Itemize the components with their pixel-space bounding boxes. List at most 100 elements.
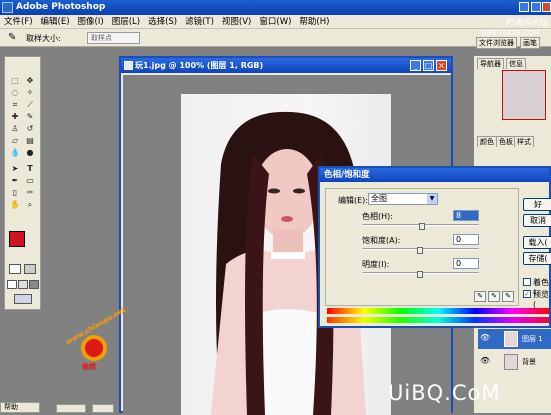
saturation-label: 饱和度(A): — [362, 236, 401, 245]
close-button[interactable] — [542, 2, 551, 12]
doc-maximize-button[interactable]: □ — [423, 60, 434, 71]
hue-input[interactable]: 8 — [453, 210, 479, 221]
edit-select-value: 全图 — [371, 194, 387, 203]
document-title-bar: 玩1.jpg @ 100% (图层 1, RGB) — [121, 58, 451, 73]
lasso-icon[interactable]: ◌ — [9, 87, 21, 98]
dialog-title-bar: 色相/饱和度 — [320, 168, 549, 182]
lightness-input[interactable]: 0 — [453, 258, 479, 269]
eyedropper-tool-icon[interactable]: ✑ — [24, 187, 36, 198]
chevron-down-icon[interactable]: ▼ — [427, 194, 437, 204]
cancel-button[interactable]: 取消 — [523, 214, 551, 227]
preview-checkbox[interactable]: ✓ — [523, 290, 531, 298]
screen-mode-2-icon[interactable] — [18, 280, 28, 289]
eye-icon[interactable]: 👁 — [480, 333, 490, 342]
notes-icon[interactable]: ▯ — [9, 187, 21, 198]
layer-row-background[interactable]: 👁 背景 — [478, 352, 551, 372]
foreground-color-swatch[interactable] — [9, 231, 25, 247]
saturation-slider-thumb[interactable] — [417, 247, 423, 254]
colorize-checkbox[interactable] — [523, 278, 531, 286]
zoom-icon[interactable]: ⌕ — [24, 199, 36, 210]
load-button[interactable]: 载入( — [523, 236, 551, 249]
quickmask-mode-icon[interactable] — [24, 264, 36, 274]
blur-icon[interactable]: 💧 — [9, 147, 21, 158]
path-select-icon[interactable]: ➤ — [9, 163, 21, 174]
edit-select[interactable]: 全图 ▼ — [368, 193, 438, 205]
ok-button[interactable]: 好 — [523, 198, 551, 211]
menu-item-0[interactable]: 文件(F) — [0, 15, 37, 29]
doc-minimize-button[interactable]: _ — [410, 60, 421, 71]
settings-group: 编辑(E): 全图 ▼ 色相(H): 8 饱和度(A): 0 明度(I): 0 … — [325, 188, 519, 306]
saturation-input[interactable]: 0 — [453, 234, 479, 245]
pen-icon[interactable]: ✒ — [9, 175, 21, 186]
move-icon[interactable]: ✥ — [24, 75, 36, 86]
hue-slider-thumb[interactable] — [419, 223, 425, 230]
history-brush-icon[interactable]: ↺ — [24, 123, 36, 134]
document-title: 玩1.jpg @ 100% (图层 1, RGB) — [135, 61, 264, 70]
tab-styles[interactable]: 样式 — [514, 136, 534, 147]
menu-item-7[interactable]: 窗口(W) — [255, 15, 295, 29]
taskbar-item-2[interactable] — [56, 404, 86, 413]
color-spectrum-bar-bottom — [327, 317, 549, 323]
eyedropper-plus-icon[interactable]: ✎ — [488, 291, 500, 302]
minimize-button[interactable] — [519, 2, 529, 12]
eraser-icon[interactable]: ▱ — [9, 135, 21, 146]
site-stamp: www.chianps.net 眼睛 — [60, 306, 128, 380]
stamp-text-name: 眼睛 — [82, 363, 96, 371]
dodge-icon[interactable]: ● — [24, 147, 36, 158]
lightness-label: 明度(I): — [362, 260, 390, 269]
eyedropper-icon[interactable]: ✎ — [474, 291, 486, 302]
brand-watermark: UiBQ.CoM — [388, 381, 501, 405]
palette-well-tab-file-browser[interactable]: 文件浏览器 — [476, 37, 517, 49]
save-button[interactable]: 存储( — [523, 252, 551, 265]
type-icon[interactable]: T — [24, 163, 36, 174]
tab-info[interactable]: 信息 — [506, 58, 526, 69]
doc-close-button[interactable]: × — [436, 60, 447, 71]
slice-icon[interactable]: ⟋ — [24, 99, 36, 110]
menu-item-6[interactable]: 视图(V) — [218, 15, 255, 29]
maximize-button[interactable] — [531, 2, 541, 12]
help-tab[interactable]: 帮助 — [0, 402, 40, 413]
layer-thumbnail — [504, 354, 518, 370]
layer-name: 图层 1 — [522, 335, 543, 343]
edit-label: 编辑(E): — [338, 196, 368, 205]
tab-navigator[interactable]: 导航器 — [477, 58, 504, 69]
layer-thumbnail — [504, 331, 518, 347]
app-title: Adobe Photoshop — [16, 2, 106, 12]
menu-item-2[interactable]: 图像(I) — [74, 15, 108, 29]
tab-color[interactable]: 颜色 — [477, 136, 497, 147]
menu-item-3[interactable]: 图层(L) — [108, 15, 144, 29]
eyedropper-icon[interactable]: ✎ — [8, 32, 20, 44]
sample-size-label: 取样大小: — [26, 34, 61, 43]
healing-icon[interactable]: ✚ — [9, 111, 21, 122]
palette-well-tab-brushes[interactable]: 画笔 — [520, 37, 540, 49]
photoshop-logo-icon — [2, 2, 13, 13]
brush-icon[interactable]: ✎ — [24, 111, 36, 122]
taskbar-item-3[interactable] — [92, 404, 114, 413]
layer-row-1[interactable]: 👁 图层 1 — [478, 329, 551, 349]
tab-swatches[interactable]: 色板 — [496, 136, 516, 147]
jump-to-imageready-icon[interactable] — [14, 294, 32, 304]
eye-icon[interactable]: 👁 — [480, 356, 490, 365]
watermark-top2: BBS.16XX8.COM — [482, 29, 540, 37]
menu-item-1[interactable]: 编辑(E) — [37, 15, 74, 29]
menu-bar: 文件(F) 编辑(E) 图像(I) 图层(L) 选择(S) 滤镜(T) 视图(V) 窗口(W)… — [0, 15, 551, 29]
color-spectrum-bar-top — [327, 308, 549, 314]
sample-size-select[interactable]: 取样点 — [87, 32, 140, 44]
crop-icon[interactable]: ⌗ — [9, 99, 21, 110]
screen-mode-1-icon[interactable] — [7, 280, 17, 289]
menu-item-4[interactable]: 选择(S) — [144, 15, 181, 29]
toolbox: ⬚ ✥ ◌ ✧ ⌗ ⟋ ✚ ✎ ♙ ↺ ▱ ▤ 💧 ● ➤ T ✒ ▭ ▯ ✑ … — [4, 56, 41, 310]
gradient-icon[interactable]: ▤ — [24, 135, 36, 146]
shape-icon[interactable]: ▭ — [24, 175, 36, 186]
magic-wand-icon[interactable]: ✧ — [24, 87, 36, 98]
eyedropper-minus-icon[interactable]: ✎ — [502, 291, 514, 302]
marquee-icon[interactable]: ⬚ — [9, 75, 21, 86]
menu-item-5[interactable]: 滤镜(T) — [181, 15, 218, 29]
screen-mode-3-icon[interactable] — [29, 280, 39, 289]
menu-item-8[interactable]: 帮助(H) — [295, 15, 333, 29]
hue-saturation-dialog: 色相/饱和度 编辑(E): 全图 ▼ 色相(H): 8 饱和度(A): 0 明度… — [318, 166, 551, 328]
lightness-slider-thumb[interactable] — [417, 271, 423, 278]
hand-icon[interactable]: ✋ — [9, 199, 21, 210]
standard-mode-icon[interactable] — [9, 264, 21, 274]
clone-stamp-icon[interactable]: ♙ — [9, 123, 21, 134]
